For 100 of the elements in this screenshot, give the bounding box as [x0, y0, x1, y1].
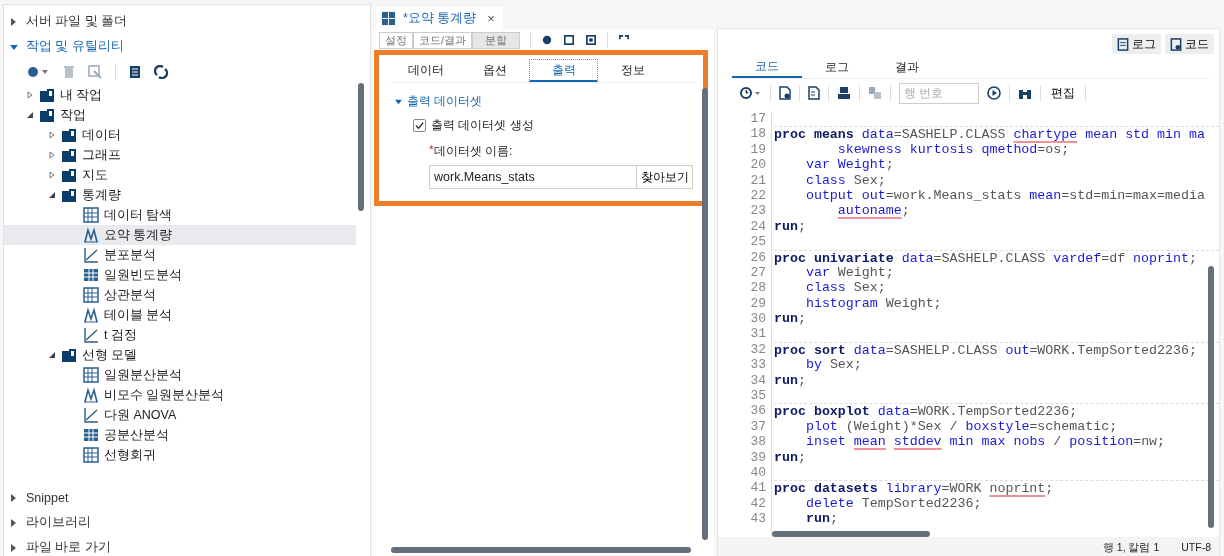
mode-button[interactable]: 분할 [472, 31, 521, 49]
tree-item[interactable]: 내 작업 [4, 85, 356, 105]
section-header[interactable]: 출력 데이터셋 [395, 93, 697, 110]
tree-item[interactable]: 요약 통계량 [4, 225, 356, 245]
tree-item[interactable]: t 검정 [4, 325, 356, 345]
tab[interactable]: 정보 [598, 59, 667, 82]
document-gear-icon [1170, 37, 1182, 51]
tree-item[interactable]: 통계량 [4, 185, 356, 205]
scrollbar[interactable] [1208, 266, 1214, 528]
code-line: proc means data=SASHELP.CLASS chartype mean std min ma [774, 127, 1205, 143]
code-line: run; [774, 311, 806, 327]
grid-icon [83, 287, 99, 303]
scrollbar[interactable] [358, 83, 364, 211]
run-icon[interactable] [541, 35, 554, 45]
tree-item[interactable]: 선형 모델 [4, 345, 356, 365]
tree-item[interactable]: 선형회귀 [4, 445, 356, 465]
line-number: 21 [749, 172, 766, 188]
document-icon[interactable] [779, 86, 791, 100]
tab[interactable]: 로그 [802, 56, 872, 78]
tab[interactable]: 코드 [732, 56, 802, 78]
dataset-name-field[interactable]: work.Means_stats [429, 165, 637, 189]
line-number: 19 [749, 141, 766, 158]
tree-item[interactable]: 그래프 [4, 145, 356, 165]
tab[interactable]: 데이터 [391, 59, 460, 82]
scrollbar[interactable] [391, 547, 691, 553]
code-line: by Sex; [804, 357, 862, 373]
tree-item[interactable]: 데이터 탐색 [4, 205, 356, 225]
tree-item[interactable]: 분포분석 [4, 245, 356, 265]
table-icon [83, 427, 99, 443]
new-item-icon[interactable] [26, 65, 50, 79]
history-icon[interactable] [740, 86, 762, 100]
line-number: 43 [749, 511, 766, 527]
document-icon[interactable] [808, 86, 820, 100]
line-number: 20 [749, 157, 766, 173]
expand-arrow-icon[interactable] [48, 171, 56, 179]
tree-item[interactable]: 작업 [4, 105, 356, 125]
mode-button[interactable]: 코드/결과 [413, 31, 473, 49]
line-number: 29 [749, 295, 766, 312]
tree-item[interactable]: 일원빈도분석 [4, 265, 356, 285]
line-number-field[interactable]: 행 번호 [899, 82, 979, 104]
scrollbar[interactable] [772, 531, 930, 537]
table-icon [83, 267, 99, 283]
book-icon [61, 147, 77, 163]
document-tab[interactable]: *요약 통계량 × [376, 7, 503, 30]
tree-item[interactable]: 공분산분석 [4, 425, 356, 445]
code-line: output out=work.Means_stats mean=std=min=max=media [804, 187, 1205, 203]
tree-item[interactable]: 데이터 [4, 125, 356, 145]
collapse-arrow-icon[interactable] [48, 191, 56, 199]
summary-icon [381, 11, 396, 26]
collapse-arrow-icon[interactable] [48, 351, 56, 359]
tab[interactable]: 옵션 [460, 59, 529, 82]
code-line: proc datasets library=WORK noprint; [774, 481, 1054, 497]
line-number: 37 [749, 418, 766, 435]
tree-item[interactable]: 상관분석 [4, 285, 356, 305]
section-header[interactable]: 작업 및 유틸리티 [4, 34, 370, 59]
section-header[interactable]: Snippet [4, 485, 370, 510]
grid-icon [83, 207, 99, 223]
tree-item[interactable]: 일원분산분석 [4, 365, 356, 385]
play-icon[interactable] [987, 86, 1001, 100]
code-line: run; [774, 372, 806, 388]
code-line: run; [774, 449, 806, 465]
print-icon[interactable] [837, 86, 851, 100]
line-chart-icon [83, 247, 99, 263]
tree-item[interactable]: 다원 ANOVA [4, 405, 356, 425]
line-number: 22 [749, 187, 766, 204]
expand-arrow-icon[interactable] [48, 131, 56, 139]
close-icon[interactable]: × [487, 11, 495, 26]
code-line: run; [804, 511, 838, 527]
line-chart-icon [83, 407, 99, 423]
view-button[interactable]: 코드 [1165, 34, 1214, 54]
cursor-position: 행 1, 칼럼 1 [1102, 541, 1160, 555]
tree-item[interactable]: 테이블 분석 [4, 305, 356, 325]
mode-button[interactable]: 설정 [379, 31, 413, 49]
expand-arrow-icon[interactable] [48, 151, 56, 159]
view-button[interactable]: 로그 [1112, 34, 1161, 54]
tab[interactable]: 출력 [529, 59, 598, 82]
refresh-icon[interactable] [154, 65, 168, 79]
browse-button[interactable]: 찾아보기 [637, 165, 693, 189]
save-as-icon[interactable] [585, 35, 598, 45]
code-line: delete TempSorted2236; [804, 495, 982, 511]
edit-button[interactable]: 편집 [1049, 84, 1077, 102]
book-icon [61, 167, 77, 183]
tab[interactable]: 결과 [872, 56, 942, 78]
expand-arrow-icon[interactable] [26, 91, 34, 99]
section-header[interactable]: 파일 바로 가기 [4, 535, 370, 556]
tree-item[interactable]: 지도 [4, 165, 356, 185]
section-header[interactable]: 라이브러리 [4, 510, 370, 535]
line-number: 42 [749, 495, 766, 512]
line-number: 34 [749, 372, 766, 389]
checkbox-label: 출력 데이터셋 생성 [431, 117, 534, 134]
chart-icon [83, 307, 99, 323]
list-icon[interactable] [129, 65, 141, 79]
checkbox[interactable] [413, 119, 426, 132]
code-line: plot (Weight)*Sex / boxstyle=schematic; [804, 418, 1118, 434]
section-header[interactable]: 서버 파일 및 폴더 [4, 9, 370, 34]
save-icon[interactable] [563, 35, 576, 45]
book-icon [39, 87, 55, 103]
tree-item[interactable]: 비모수 일원분산분석 [4, 385, 356, 405]
scrollbar[interactable] [702, 88, 708, 540]
collapse-arrow-icon[interactable] [26, 111, 34, 119]
